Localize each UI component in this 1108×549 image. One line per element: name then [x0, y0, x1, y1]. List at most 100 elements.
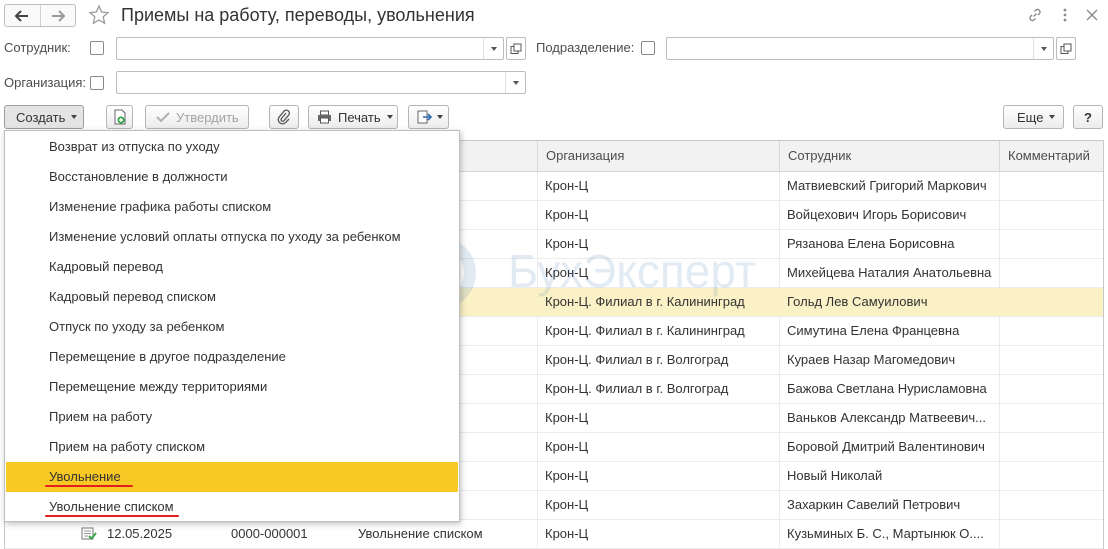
department-filter-label: Подразделение:: [536, 40, 635, 55]
menu-item-return-from-leave[interactable]: Возврат из отпуска по уходу: [6, 132, 458, 162]
arrow-right-icon: [51, 9, 66, 22]
organization-filter-label: Организация:: [4, 75, 87, 90]
employee-cell: Гольд Лев Самуилович: [787, 294, 928, 309]
employee-cell: Симутина Елена Францевна: [787, 323, 960, 338]
organization-cell: Крон-Ц: [545, 265, 589, 280]
employee-cell: Новый Николай: [787, 468, 883, 483]
employee-cell: Ваньков Александр Матвеевич...: [787, 410, 986, 425]
document-arrow-icon: [417, 110, 433, 124]
number-cell: 0000-000001: [231, 526, 308, 541]
more-button-label: Еще: [1017, 109, 1044, 125]
menu-item-hiring-list[interactable]: Прием на работу списком: [6, 432, 458, 462]
menu-item-transfer-list[interactable]: Кадровый перевод списком: [6, 282, 458, 312]
chevron-down-icon: [1040, 46, 1047, 51]
column-header-organization[interactable]: Организация: [537, 141, 779, 171]
create-based-on-button[interactable]: [408, 105, 449, 129]
organization-filter-field[interactable]: [116, 71, 526, 94]
chevron-down-icon: [437, 115, 443, 119]
print-button-label: Печать: [338, 109, 381, 125]
navigation-buttons: [4, 4, 76, 27]
employee-filter-label: Сотрудник:: [4, 40, 71, 55]
organization-cell: Крон-Ц: [545, 178, 589, 193]
department-open-button[interactable]: [1056, 37, 1076, 60]
organization-dropdown-button[interactable]: [505, 72, 525, 93]
favorite-star-icon[interactable]: [88, 4, 110, 26]
column-header-employee[interactable]: Сотрудник: [779, 141, 999, 171]
employee-cell: Матвиевский Григорий Маркович: [787, 178, 987, 193]
close-icon[interactable]: [1083, 6, 1101, 24]
employee-cell: Бажова Светлана Нурисламовна: [787, 381, 987, 396]
chevron-down-icon: [1049, 115, 1056, 119]
department-filter-field[interactable]: [666, 37, 1054, 60]
create-button-label: Создать: [16, 109, 66, 125]
copy-document-button[interactable]: [106, 105, 133, 129]
employee-open-button[interactable]: [506, 37, 526, 60]
page-title: Приемы на работу, переводы, увольнения: [121, 5, 475, 25]
menu-item-dismissal-list[interactable]: Увольнение списком: [6, 492, 458, 522]
arrow-left-icon: [14, 9, 29, 22]
printer-icon: [318, 110, 331, 124]
department-filter-checkbox[interactable]: [641, 41, 655, 55]
open-window-icon: [1060, 43, 1072, 54]
chevron-down-icon: [490, 46, 497, 51]
paperclip-icon: [277, 109, 291, 125]
organization-cell: Крон-Ц. Филиал в г. Калининград: [545, 294, 745, 309]
organization-cell: Крон-Ц. Филиал в г. Волгоград: [545, 352, 729, 367]
menu-item-schedule-change-list[interactable]: Изменение графика работы списком: [6, 192, 458, 222]
organization-cell: Крон-Ц: [545, 207, 589, 222]
approve-button-label: Утвердить: [176, 109, 239, 125]
organization-cell: Крон-Ц. Филиал в г. Калининград: [545, 323, 745, 338]
organization-cell: Крон-Ц: [545, 526, 589, 541]
approve-button[interactable]: Утвердить: [145, 105, 249, 129]
employee-cell: Михейцева Наталия Анатольевна: [787, 265, 992, 280]
employee-cell: Кураев Назар Магомедович: [787, 352, 956, 367]
menu-item-reinstatement[interactable]: Восстановление в должности: [6, 162, 458, 192]
title-bar: Приемы на работу, переводы, увольнения: [0, 0, 1108, 32]
employee-filter-checkbox[interactable]: [90, 41, 104, 55]
create-button[interactable]: Создать: [4, 105, 84, 129]
help-button-label: ?: [1084, 109, 1092, 125]
menu-item-move-territory[interactable]: Перемещение между территориями: [6, 372, 458, 402]
menu-item-dismissal[interactable]: Увольнение: [6, 462, 458, 492]
employee-filter-field[interactable]: [116, 37, 504, 60]
department-dropdown-button[interactable]: [1033, 38, 1053, 59]
checkmark-icon: [156, 112, 170, 123]
back-button[interactable]: [5, 5, 40, 26]
chevron-down-icon: [512, 80, 519, 85]
organization-cell: Крон-Ц: [545, 497, 589, 512]
menu-item-childcare-leave[interactable]: Отпуск по уходу за ребенком: [6, 312, 458, 342]
forward-button[interactable]: [39, 5, 76, 26]
employee-cell: Рязанова Елена Борисовна: [787, 236, 955, 251]
employee-cell: Войцехович Игорь Борисович: [787, 207, 967, 222]
menu-item-hiring[interactable]: Прием на работу: [6, 402, 458, 432]
organization-cell: Крон-Ц: [545, 439, 589, 454]
link-icon[interactable]: [1026, 6, 1044, 24]
help-button[interactable]: ?: [1073, 105, 1103, 129]
employee-cell: Боровой Дмитрий Валентинович: [787, 439, 985, 454]
column-header-comment[interactable]: Комментарий: [999, 141, 1103, 171]
more-button[interactable]: Еще: [1003, 105, 1064, 129]
table-row[interactable]: 12.05.2025 0000-000001 Увольнение списко…: [5, 520, 1103, 549]
employee-cell: Захаркин Савелий Петрович: [787, 497, 961, 512]
add-document-icon: [114, 109, 125, 125]
open-window-icon: [510, 43, 522, 54]
dismissal-underline: [45, 485, 133, 487]
organization-cell: Крон-Ц: [545, 236, 589, 251]
create-menu: Возврат из отпуска по уходу Восстановлен…: [4, 130, 460, 522]
organization-cell: Крон-Ц: [545, 410, 589, 425]
organization-cell: Крон-Ц: [545, 468, 589, 483]
organization-filter-checkbox[interactable]: [90, 76, 104, 90]
date-cell: 12.05.2025: [107, 526, 173, 541]
chevron-down-icon: [386, 115, 393, 119]
document-type-cell: Увольнение списком: [358, 526, 483, 541]
more-vertical-icon[interactable]: [1056, 6, 1074, 24]
employee-dropdown-button[interactable]: [483, 38, 503, 59]
employee-cell: Кузьминых Б. С., Мартынюк О....: [787, 526, 984, 541]
attach-button[interactable]: [269, 105, 299, 129]
dismissal-list-underline: [45, 515, 179, 517]
menu-item-childcare-pay-change[interactable]: Изменение условий оплаты отпуска по уход…: [6, 222, 458, 252]
print-button[interactable]: Печать: [308, 105, 398, 129]
menu-item-move-department[interactable]: Перемещение в другое подразделение: [6, 342, 458, 372]
menu-item-transfer[interactable]: Кадровый перевод: [6, 252, 458, 282]
organization-cell: Крон-Ц. Филиал в г. Волгоград: [545, 381, 729, 396]
